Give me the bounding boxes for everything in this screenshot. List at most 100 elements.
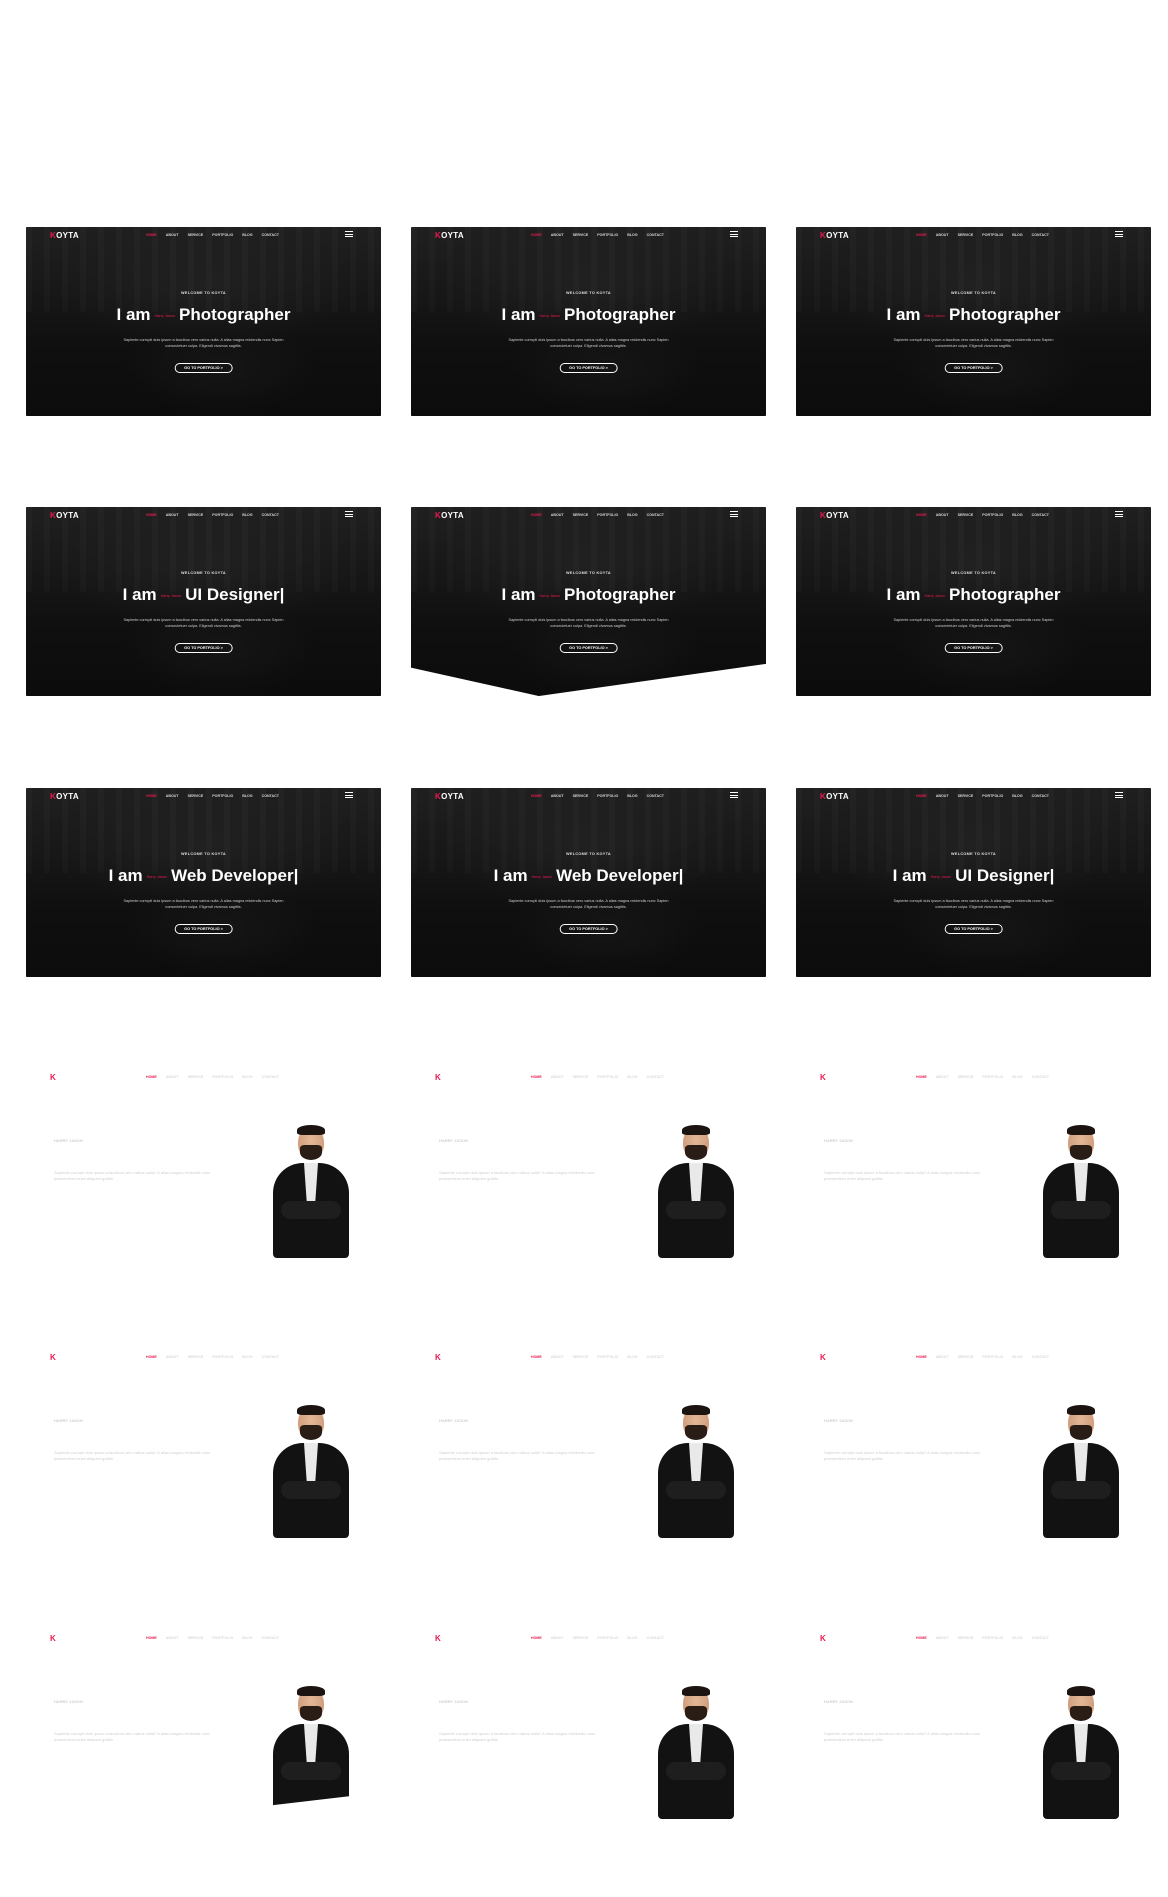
nav-item-blog[interactable]: BLOG (627, 794, 637, 798)
nav-item-blog[interactable]: BLOG (1012, 1355, 1022, 1359)
theme-preview-card[interactable]: KOYTA HOME ABOUT SERVICE PORTFOLIO BLOG CONTAC… (26, 507, 381, 696)
nav-item-portfolio[interactable]: PORTFOLIO (982, 794, 1003, 798)
hamburger-menu-icon[interactable] (730, 1353, 738, 1359)
nav-item-portfolio[interactable]: PORTFOLIO (982, 233, 1003, 237)
go-to-portfolio-button[interactable]: GO TO PORTFOLIO > (944, 924, 1003, 934)
nav-item-service[interactable]: SERVICE (188, 794, 204, 798)
nav-item-home[interactable]: HOME (916, 1075, 927, 1079)
nav-item-contact[interactable]: CONTACT (647, 1636, 664, 1640)
nav-item-blog[interactable]: BLOG (1012, 233, 1022, 237)
nav-item-portfolio[interactable]: PORTFOLIO (212, 1075, 233, 1079)
nav-item-contact[interactable]: CONTACT (262, 513, 279, 517)
go-to-portfolio-button[interactable]: Go To Portfolio > (54, 1756, 99, 1766)
nav-item-home[interactable]: HOME (916, 1355, 927, 1359)
nav-item-home[interactable]: HOME (531, 513, 542, 517)
nav-item-home[interactable]: HOME (146, 794, 157, 798)
hamburger-menu-icon[interactable] (1115, 511, 1123, 517)
go-to-portfolio-button[interactable]: Go To Portfolio > (824, 1756, 869, 1766)
nav-item-service[interactable]: SERVICE (958, 233, 974, 237)
nav-item-about[interactable]: ABOUT (551, 1636, 564, 1640)
nav-item-about[interactable]: ABOUT (936, 233, 949, 237)
nav-item-service[interactable]: SERVICE (188, 513, 204, 517)
nav-item-about[interactable]: ABOUT (936, 794, 949, 798)
theme-preview-card[interactable]: KOYTA HOME ABOUT SERVICE PORTFOLIO BLOG CONTAC… (26, 788, 381, 977)
theme-preview-card[interactable]: KOYTA HOME ABOUT SERVICE PORTFOLIO BLOG CONTAC… (796, 788, 1151, 977)
nav-item-blog[interactable]: BLOG (627, 1355, 637, 1359)
nav-item-contact[interactable]: CONTACT (647, 1075, 664, 1079)
go-to-portfolio-button[interactable]: GO TO PORTFOLIO > (944, 363, 1003, 373)
nav-item-blog[interactable]: BLOG (242, 1075, 252, 1079)
hamburger-menu-icon[interactable] (730, 511, 738, 517)
nav-item-portfolio[interactable]: PORTFOLIO (982, 1636, 1003, 1640)
nav-item-portfolio[interactable]: PORTFOLIO (212, 1355, 233, 1359)
nav-item-service[interactable]: SERVICE (958, 794, 974, 798)
go-to-portfolio-button[interactable]: GO TO PORTFOLIO > (174, 924, 233, 934)
nav-item-blog[interactable]: BLOG (1012, 1636, 1022, 1640)
nav-item-contact[interactable]: CONTACT (1032, 1075, 1049, 1079)
nav-item-blog[interactable]: BLOG (1012, 513, 1022, 517)
nav-item-blog[interactable]: BLOG (242, 1636, 252, 1640)
nav-item-about[interactable]: ABOUT (551, 233, 564, 237)
theme-preview-card[interactable]: KOYTA HOME ABOUT SERVICE PORTFOLIO BLOG CONTAC… (796, 1349, 1151, 1538)
site-logo[interactable]: KOYTA (50, 1634, 79, 1643)
nav-item-home[interactable]: HOME (531, 1075, 542, 1079)
nav-item-home[interactable]: HOME (531, 233, 542, 237)
nav-item-contact[interactable]: CONTACT (1032, 233, 1049, 237)
go-to-portfolio-button[interactable]: Go To Portfolio > (439, 1195, 484, 1205)
theme-preview-card[interactable]: KOYTA HOME ABOUT SERVICE PORTFOLIO BLOG CONTAC… (411, 1349, 766, 1538)
hamburger-menu-icon[interactable] (730, 231, 738, 237)
nav-item-blog[interactable]: BLOG (242, 233, 252, 237)
nav-item-home[interactable]: HOME (146, 1636, 157, 1640)
site-logo[interactable]: KOYTA (435, 511, 464, 520)
hamburger-menu-icon[interactable] (1115, 1353, 1123, 1359)
nav-item-portfolio[interactable]: PORTFOLIO (212, 513, 233, 517)
go-to-portfolio-button[interactable]: GO TO PORTFOLIO > (559, 643, 618, 653)
nav-item-blog[interactable]: BLOG (242, 1355, 252, 1359)
nav-item-service[interactable]: SERVICE (958, 1075, 974, 1079)
theme-preview-card[interactable]: KOYTA HOME ABOUT SERVICE PORTFOLIO BLOG CONTAC… (26, 1349, 381, 1538)
go-to-portfolio-button[interactable]: GO TO PORTFOLIO > (559, 924, 618, 934)
hamburger-menu-icon[interactable] (1115, 231, 1123, 237)
theme-preview-card[interactable]: KOYTA HOME ABOUT SERVICE PORTFOLIO BLOG CONTAC… (26, 1630, 381, 1819)
site-logo[interactable]: KOYTA (435, 792, 464, 801)
theme-preview-card[interactable]: KOYTA HOME ABOUT SERVICE PORTFOLIO BLOG CONTAC… (411, 227, 766, 416)
theme-preview-card[interactable]: KOYTA HOME ABOUT SERVICE PORTFOLIO BLOG CONTAC… (796, 227, 1151, 416)
nav-item-portfolio[interactable]: PORTFOLIO (212, 233, 233, 237)
nav-item-blog[interactable]: BLOG (1012, 794, 1022, 798)
nav-item-blog[interactable]: BLOG (242, 794, 252, 798)
nav-item-service[interactable]: SERVICE (958, 1355, 974, 1359)
nav-item-about[interactable]: ABOUT (936, 513, 949, 517)
theme-preview-card[interactable]: KOYTA HOME ABOUT SERVICE PORTFOLIO BLOG CONTAC… (411, 507, 766, 696)
nav-item-contact[interactable]: CONTACT (262, 233, 279, 237)
site-logo[interactable]: KOYTA (435, 1353, 464, 1362)
go-to-portfolio-button[interactable]: Go To Portfolio > (54, 1475, 99, 1485)
hamburger-menu-icon[interactable] (345, 1073, 353, 1079)
nav-item-portfolio[interactable]: PORTFOLIO (597, 794, 618, 798)
nav-item-service[interactable]: SERVICE (573, 794, 589, 798)
nav-item-about[interactable]: ABOUT (166, 1355, 179, 1359)
nav-item-about[interactable]: ABOUT (166, 1636, 179, 1640)
nav-item-home[interactable]: HOME (146, 1355, 157, 1359)
nav-item-about[interactable]: ABOUT (166, 233, 179, 237)
hamburger-menu-icon[interactable] (345, 231, 353, 237)
nav-item-blog[interactable]: BLOG (627, 1075, 637, 1079)
hamburger-menu-icon[interactable] (1115, 1073, 1123, 1079)
nav-item-home[interactable]: HOME (916, 794, 927, 798)
nav-item-blog[interactable]: BLOG (1012, 1075, 1022, 1079)
nav-item-service[interactable]: SERVICE (958, 513, 974, 517)
go-to-portfolio-button[interactable]: GO TO PORTFOLIO > (944, 643, 1003, 653)
go-to-portfolio-button[interactable]: Go To Portfolio > (824, 1475, 869, 1485)
nav-item-service[interactable]: SERVICE (573, 1636, 589, 1640)
nav-item-about[interactable]: ABOUT (936, 1636, 949, 1640)
nav-item-home[interactable]: HOME (146, 1075, 157, 1079)
hamburger-menu-icon[interactable] (1115, 1634, 1123, 1640)
nav-item-service[interactable]: SERVICE (188, 1075, 204, 1079)
nav-item-contact[interactable]: CONTACT (647, 513, 664, 517)
nav-item-portfolio[interactable]: PORTFOLIO (982, 513, 1003, 517)
nav-item-service[interactable]: SERVICE (188, 1636, 204, 1640)
site-logo[interactable]: KOYTA (435, 1073, 464, 1082)
go-to-portfolio-button[interactable]: Go To Portfolio > (439, 1475, 484, 1485)
nav-item-portfolio[interactable]: PORTFOLIO (982, 1355, 1003, 1359)
nav-item-blog[interactable]: BLOG (627, 513, 637, 517)
nav-item-portfolio[interactable]: PORTFOLIO (597, 513, 618, 517)
